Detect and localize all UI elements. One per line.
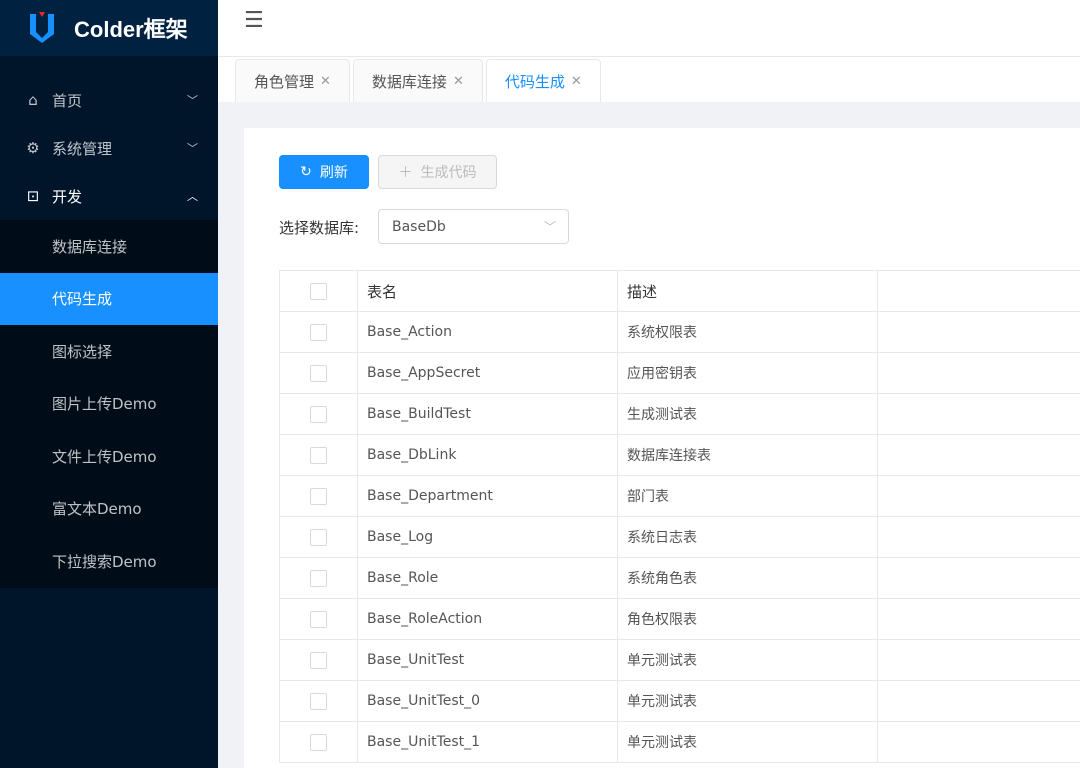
table-row[interactable]: Base_Role 系统角色表 [280,558,1080,599]
chevron-down-icon: ﹀ [543,220,556,234]
submenu-file-upload[interactable]: 文件上传Demo [0,430,218,483]
sidebar: Colder框架 ⌂ 首页 ﹀ ⚙ 系统管理 ﹀ ⊡ 开发 ︿ 数据库连接 代码生成 图标选… [0,0,218,768]
header: ☰ [218,0,1080,57]
column-header: 表名 [358,271,618,311]
menu-fold-icon[interactable]: ☰ [244,8,264,33]
row-checkbox[interactable] [310,446,327,464]
close-icon[interactable]: ✕ [571,74,582,89]
terminal-icon: ⊡ [26,187,40,205]
table-row[interactable]: Base_RoleAction 角色权限表 [280,599,1080,640]
chevron-up-icon: ︿ [187,190,198,203]
refresh-button[interactable]: ↻ 刷新 [279,155,369,189]
table-description: 单元测试表 [618,722,878,762]
table-description: 角色权限表 [618,599,878,639]
logo-icon [30,12,54,43]
submenu-db-link[interactable]: 数据库连接 [0,220,218,273]
table-name: Base_UnitTest [358,640,618,680]
table-name: Base_DbLink [358,435,618,475]
table-name: Base_Role [358,558,618,598]
row-checkbox[interactable] [310,610,327,628]
table-description: 系统权限表 [618,312,878,352]
chevron-down-icon: ﹀ [187,94,198,107]
select-value: BaseDb [392,218,446,235]
tab-codegen[interactable]: 代码生成 ✕ [485,59,601,102]
table-name: Base_AppSecret [358,353,618,393]
column-header: 描述 [618,271,878,311]
content-card: ↻ 刷新 ＋ 生成代码 选择数据库: BaseDb ﹀ 表名 描述 Base_Acti… [244,128,1080,768]
tables-table: 表名 描述 Base_Action 系统权限表 Base_AppSecret 应用密钥… [279,270,1080,763]
database-label: 选择数据库: [279,219,360,237]
table-description: 应用密钥表 [618,353,878,393]
table-row[interactable]: Base_DbLink 数据库连接表 [280,435,1080,476]
app-title: Colder框架 [74,17,188,42]
menu-label: 开发 [52,187,83,206]
tab-role[interactable]: 角色管理 ✕ [235,59,350,102]
submenu-codegen[interactable]: 代码生成 [0,272,218,325]
table-description: 系统日志表 [618,517,878,557]
menu-label: 系统管理 [52,139,113,158]
row-checkbox[interactable] [310,528,327,546]
menu-system[interactable]: ⚙ 系统管理 ﹀ [0,124,218,172]
row-checkbox[interactable] [310,364,327,382]
logo[interactable]: Colder框架 [0,0,218,56]
row-checkbox[interactable] [310,323,327,341]
button-label: 刷新 [319,165,348,181]
menu-dev[interactable]: ⊡ 开发 ︿ [0,172,218,220]
table-header: 表名 描述 [280,271,1080,312]
submenu-icon-select[interactable]: 图标选择 [0,325,218,378]
row-checkbox[interactable] [310,487,327,505]
row-checkbox[interactable] [310,733,327,751]
table-name: Base_Department [358,476,618,516]
table-name: Base_Log [358,517,618,557]
row-checkbox[interactable] [310,569,327,587]
plus-icon: ＋ [398,165,413,181]
database-select[interactable]: BaseDb ﹀ [378,209,569,244]
table-name: Base_Action [358,312,618,352]
table-description: 单元测试表 [618,681,878,721]
select-all-checkbox[interactable] [310,282,327,300]
gear-icon: ⚙ [26,139,40,157]
table-name: Base_RoleAction [358,599,618,639]
table-row[interactable]: Base_Action 系统权限表 [280,312,1080,353]
tab-label: 代码生成 [504,72,565,91]
table-row[interactable]: Base_UnitTest_1 单元测试表 [280,722,1080,763]
submenu-richtext[interactable]: 富文本Demo [0,483,218,536]
tab-bar: 角色管理 ✕ 数据库连接 ✕ 代码生成 ✕ [218,57,1080,102]
table-description: 单元测试表 [618,640,878,680]
table-row[interactable]: Base_UnitTest 单元测试表 [280,640,1080,681]
menu-label: 首页 [52,91,83,110]
table-name: Base_UnitTest_1 [358,722,618,762]
chevron-down-icon: ﹀ [187,142,198,155]
submenu-image-upload[interactable]: 图片上传Demo [0,378,218,431]
row-checkbox[interactable] [310,692,327,710]
table-name: Base_BuildTest [358,394,618,434]
table-row[interactable]: Base_Log 系统日志表 [280,517,1080,558]
generate-code-button[interactable]: ＋ 生成代码 [378,155,497,189]
tab-db-link[interactable]: 数据库连接 ✕ [352,59,483,102]
table-description: 生成测试表 [618,394,878,434]
table-name: Base_UnitTest_0 [358,681,618,721]
reload-icon: ↻ [300,164,312,180]
tab-label: 数据库连接 [371,72,447,91]
close-icon[interactable]: ✕ [320,74,331,89]
button-label: 生成代码 [420,165,477,181]
table-description: 系统角色表 [618,558,878,598]
close-icon[interactable]: ✕ [453,74,464,89]
tab-label: 角色管理 [254,72,315,91]
home-icon: ⌂ [28,91,38,109]
submenu-dropdown-search[interactable]: 下拉搜索Demo [0,535,218,588]
table-row[interactable]: Base_Department 部门表 [280,476,1080,517]
table-description: 部门表 [618,476,878,516]
menu-home[interactable]: ⌂ 首页 ﹀ [0,76,218,124]
table-description: 数据库连接表 [618,435,878,475]
table-row[interactable]: Base_BuildTest 生成测试表 [280,394,1080,435]
row-checkbox[interactable] [310,651,327,669]
table-row[interactable]: Base_AppSecret 应用密钥表 [280,353,1080,394]
table-row[interactable]: Base_UnitTest_0 单元测试表 [280,681,1080,722]
row-checkbox[interactable] [310,405,327,423]
